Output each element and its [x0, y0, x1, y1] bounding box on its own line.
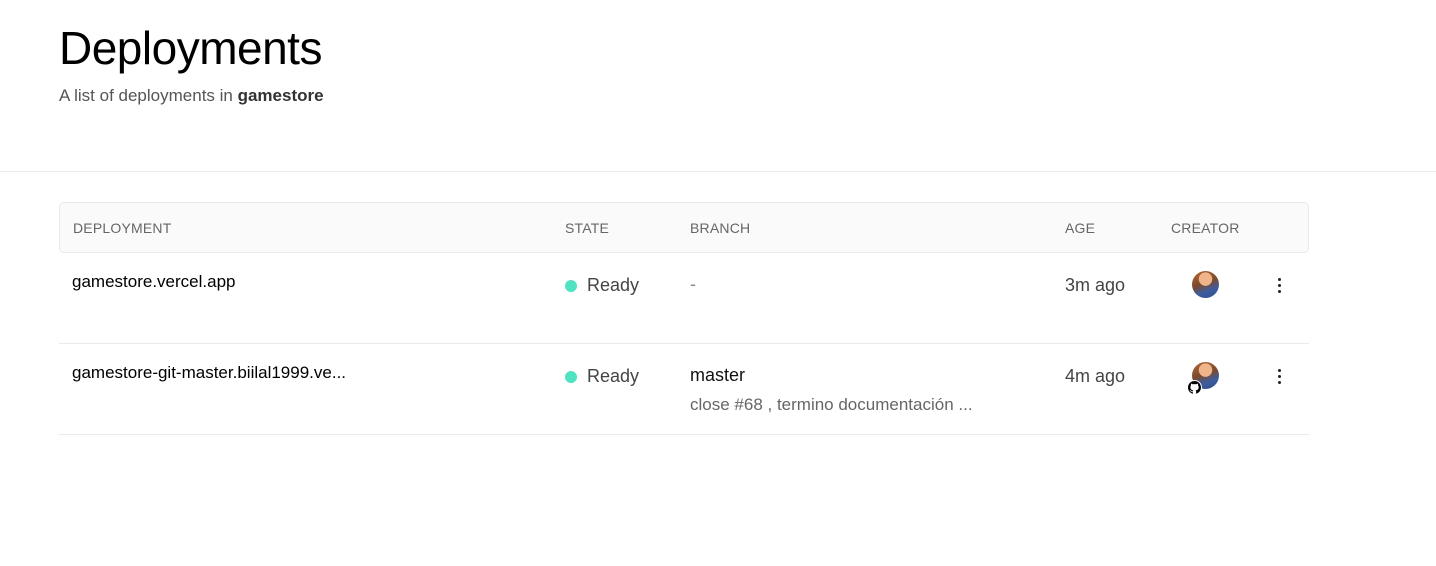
- table-header: DEPLOYMENT STATE BRANCH AGE CREATOR: [59, 202, 1309, 253]
- page-title: Deployments: [59, 22, 322, 74]
- deployment-state: Ready: [565, 275, 639, 296]
- status-dot-icon: [565, 279, 577, 292]
- kebab-dot-icon: [1277, 374, 1281, 378]
- column-header-deployment: DEPLOYMENT: [73, 220, 172, 236]
- status-dot-icon: [565, 370, 577, 383]
- deployment-age: 4m ago: [1065, 366, 1126, 386]
- column-header-state: STATE: [565, 220, 610, 236]
- kebab-dot-icon: [1277, 277, 1281, 281]
- table-row[interactable]: gamestore-git-master.biilal1999.ve... Re…: [59, 344, 1309, 435]
- project-name: gamestore: [237, 86, 324, 105]
- deployment-age: 3m ago: [1065, 275, 1126, 295]
- deployment-link[interactable]: gamestore.vercel.app: [72, 272, 235, 292]
- subtitle-prefix: A list of deployments in: [59, 86, 238, 105]
- github-icon: [1187, 380, 1202, 395]
- branch-name: -: [690, 274, 696, 294]
- state-label: Ready: [587, 366, 640, 386]
- deployment-link[interactable]: gamestore-git-master.biilal1999.ve...: [72, 363, 346, 383]
- header-divider: [0, 171, 1436, 172]
- commit-message[interactable]: close #68 , termino documentación ...: [690, 395, 973, 415]
- page-subtitle: A list of deployments in gamestore: [59, 85, 324, 107]
- deployments-table: DEPLOYMENT STATE BRANCH AGE CREATOR game…: [59, 202, 1309, 435]
- state-label: Ready: [587, 275, 640, 295]
- table-row[interactable]: gamestore.vercel.app Ready - 3m ago: [59, 253, 1309, 344]
- kebab-dot-icon: [1277, 283, 1281, 287]
- deployment-state: Ready: [565, 366, 639, 387]
- branch-name[interactable]: master: [690, 365, 745, 386]
- column-header-creator: CREATOR: [1171, 220, 1240, 236]
- column-header-branch: BRANCH: [690, 220, 751, 236]
- more-options-button[interactable]: [1271, 273, 1287, 297]
- more-options-button[interactable]: [1271, 364, 1287, 388]
- kebab-dot-icon: [1277, 289, 1281, 293]
- kebab-dot-icon: [1277, 368, 1281, 372]
- column-header-age: AGE: [1065, 220, 1096, 236]
- kebab-dot-icon: [1277, 380, 1281, 384]
- creator-avatar[interactable]: [1192, 271, 1219, 298]
